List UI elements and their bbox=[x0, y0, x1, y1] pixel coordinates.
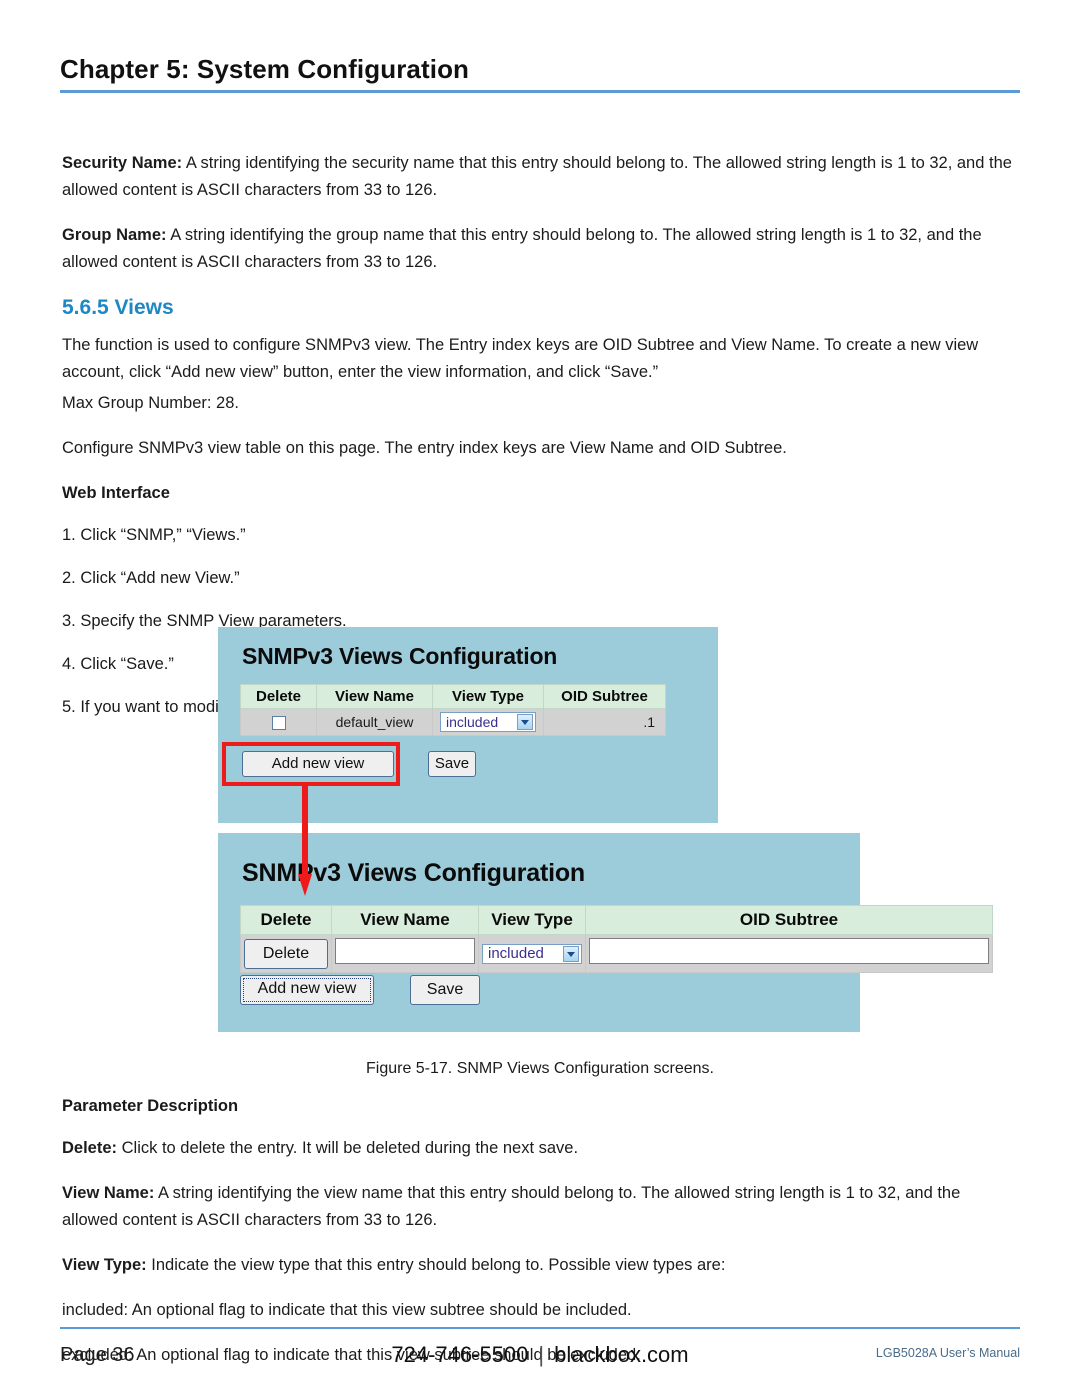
cell-oid-subtree: .1 bbox=[543, 708, 666, 736]
delete-label: Delete: bbox=[62, 1139, 118, 1157]
column-header-view-name: View Name bbox=[331, 905, 479, 935]
footer-separator: | bbox=[538, 1342, 545, 1367]
table-header-row: Delete View Name View Type OID Subtree bbox=[240, 684, 666, 709]
column-header-view-name: View Name bbox=[316, 684, 433, 709]
delete-checkbox[interactable] bbox=[271, 716, 286, 731]
screenshot-title-bottom: SNMPv3 Views Configuration bbox=[242, 859, 586, 887]
figure-snmp-views: SNMPv3 Views Configuration Delete View N… bbox=[0, 620, 1080, 1090]
column-header-delete: Delete bbox=[240, 905, 332, 935]
chevron-down-icon[interactable] bbox=[563, 945, 579, 962]
annotation-arrow-icon bbox=[298, 786, 312, 898]
column-header-oid-subtree: OID Subtree bbox=[585, 905, 993, 935]
cell-delete bbox=[240, 708, 317, 736]
view-type-selected-value: included bbox=[446, 714, 499, 730]
screenshot-title-top: SNMPv3 Views Configuration bbox=[242, 643, 558, 669]
cell-view-type: included bbox=[432, 708, 544, 736]
column-header-view-type: View Type bbox=[478, 905, 586, 935]
footer-website: blackbox.com bbox=[554, 1342, 689, 1367]
web-interface-heading: Web Interface bbox=[62, 484, 170, 502]
header-divider bbox=[60, 90, 1020, 93]
arrow-shaft bbox=[302, 786, 308, 878]
section-heading-views: 5.6.5 Views bbox=[62, 296, 174, 319]
cell-view-name: default_view bbox=[316, 708, 433, 736]
paragraph-configure-table: Configure SNMPv3 view table on this page… bbox=[62, 439, 787, 457]
column-header-oid-subtree: OID Subtree bbox=[543, 684, 666, 709]
save-button[interactable]: Save bbox=[410, 975, 480, 1005]
chapter-header: Chapter 5: System Configuration bbox=[60, 52, 1020, 93]
footer-manual-name: LGB5028A User’s Manual bbox=[875, 1346, 1020, 1360]
document-page: Chapter 5: System Configuration Security… bbox=[0, 0, 1080, 1397]
paragraph-group-name: Group Name: A string identifying the gro… bbox=[62, 222, 1020, 276]
footer-phone: 724-746-5500 bbox=[391, 1342, 529, 1367]
table-header-row: Delete View Name View Type OID Subtree bbox=[240, 905, 993, 935]
footer-divider bbox=[60, 1327, 1020, 1329]
delete-row-button[interactable]: Delete bbox=[244, 938, 328, 969]
step-item: 1. Click “SNMP,” “Views.” bbox=[62, 526, 246, 544]
page-footer: Page 36 724-746-5500 | blackbox.com LGB502… bbox=[60, 1340, 1020, 1380]
column-header-view-type: View Type bbox=[432, 684, 544, 709]
cell-oid-subtree bbox=[585, 934, 993, 973]
arrow-head bbox=[298, 874, 312, 896]
cell-view-name bbox=[331, 934, 479, 973]
chapter-title: Chapter 5: System Configuration bbox=[60, 54, 470, 84]
cell-view-type: included bbox=[478, 934, 586, 973]
add-new-view-button[interactable]: Add new view bbox=[240, 975, 374, 1005]
paragraph-security-name: Security Name: A string identifying the … bbox=[62, 150, 1020, 204]
view-type-selected-value: included bbox=[488, 944, 544, 962]
paragraph-delete: Delete: Click to delete the entry. It wi… bbox=[62, 1135, 1020, 1162]
views-table-top: Delete View Name View Type OID Subtree d… bbox=[240, 684, 666, 736]
cell-delete: Delete bbox=[240, 934, 332, 973]
delete-text: Click to delete the entry. It will be de… bbox=[117, 1139, 579, 1157]
security-name-label: Security Name: bbox=[62, 154, 183, 172]
screenshot-views-add: SNMPv3 Views Configuration Delete View N… bbox=[218, 833, 993, 1032]
figure-caption: Figure 5-17. SNMP Views Configuration sc… bbox=[365, 1060, 714, 1077]
paragraph-view-type: View Type: Indicate the view type that t… bbox=[62, 1252, 1020, 1279]
security-name-text: A string identifying the security name t… bbox=[62, 154, 1012, 199]
table-row: default_view included .1 bbox=[240, 708, 666, 736]
group-name-text: A string identifying the group name that… bbox=[62, 226, 982, 271]
annotation-highlight-box bbox=[222, 742, 400, 786]
view-name-label: View Name: bbox=[62, 1184, 155, 1202]
chevron-down-icon[interactable] bbox=[517, 714, 533, 730]
paragraph-view-name: View Name: A string identifying the view… bbox=[62, 1180, 1020, 1234]
save-button[interactable]: Save bbox=[428, 751, 476, 777]
view-name-input[interactable] bbox=[335, 938, 475, 964]
view-type-text: Indicate the view type that this entry s… bbox=[146, 1256, 726, 1274]
parameter-description-heading: Parameter Description bbox=[62, 1097, 239, 1115]
group-name-label: Group Name: bbox=[62, 226, 167, 244]
view-type-select[interactable]: included bbox=[482, 943, 582, 964]
table-row: Delete included bbox=[240, 934, 993, 973]
view-name-text: A string identifying the view name that … bbox=[62, 1184, 961, 1229]
view-type-label: View Type: bbox=[62, 1256, 147, 1274]
paragraph-max-group-number: Max Group Number: 28. bbox=[62, 394, 239, 412]
button-row-bottom: Add new view Save bbox=[240, 975, 480, 1005]
view-type-select[interactable]: included bbox=[440, 712, 536, 732]
screenshot-views-list: SNMPv3 Views Configuration Delete View N… bbox=[218, 627, 718, 823]
column-header-delete: Delete bbox=[240, 684, 317, 709]
step-item: 2. Click “Add new View.” bbox=[62, 569, 240, 587]
views-table-bottom: Delete View Name View Type OID Subtree D… bbox=[240, 905, 993, 973]
paragraph-views-intro: The function is used to configure SNMPv3… bbox=[62, 336, 979, 381]
paragraph-included: included: An optional flag to indicate t… bbox=[62, 1301, 632, 1319]
oid-subtree-input[interactable] bbox=[589, 938, 989, 964]
